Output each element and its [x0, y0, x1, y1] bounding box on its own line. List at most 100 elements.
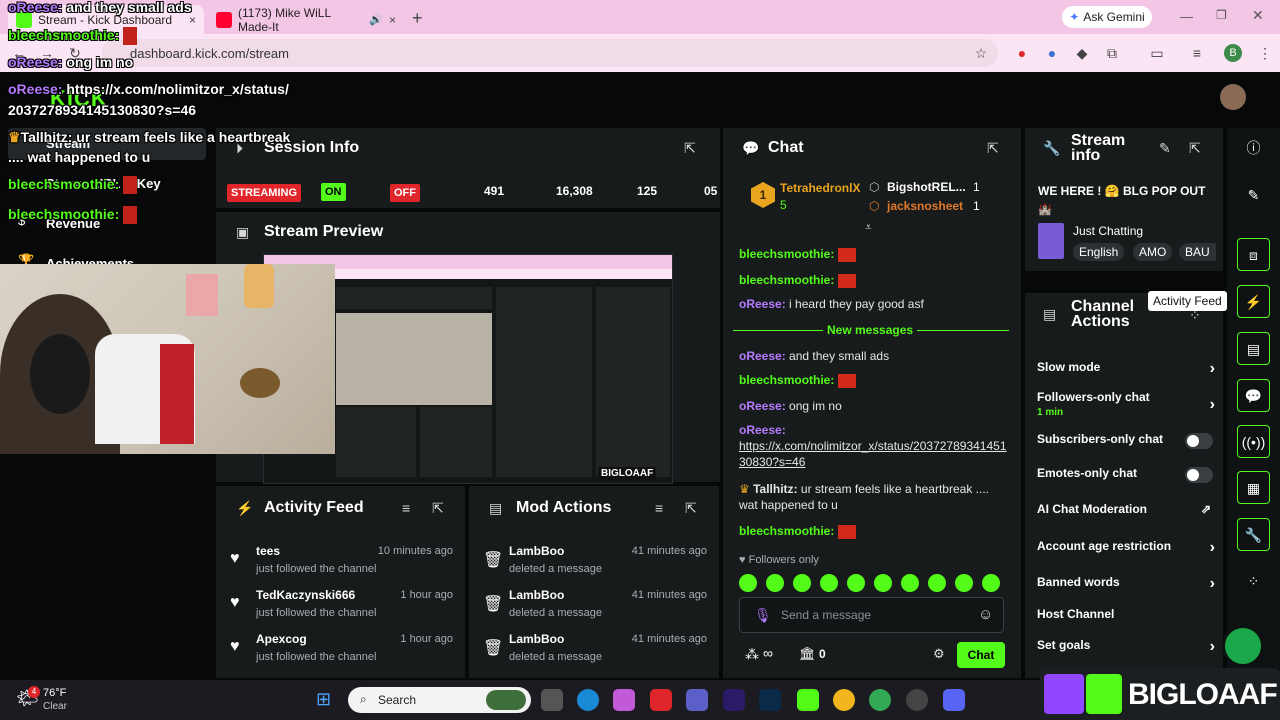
address-bar[interactable]: dashboard.kick.com/stream — [102, 39, 998, 67]
app-red-icon[interactable] — [650, 689, 672, 711]
share-icon[interactable]: ⁘ — [1237, 565, 1270, 598]
chat-username[interactable]: oReese — [739, 423, 782, 437]
leaderboard-name[interactable]: BigshotREL... — [887, 180, 966, 194]
slow-mode-row[interactable]: Slow mode › — [1037, 360, 1215, 377]
account-age-row[interactable]: Account age restriction › — [1037, 539, 1215, 556]
send-chat-button[interactable]: Chat — [957, 642, 1005, 668]
moderator-name[interactable]: LambBoo — [509, 544, 564, 558]
microphone-icon[interactable]: 🎙 — [754, 607, 772, 624]
chrome-canary-icon[interactable] — [833, 689, 855, 711]
emote-icon[interactable] — [982, 574, 1000, 592]
speaker-icon[interactable]: 🔊 — [369, 13, 383, 26]
emote-icon[interactable] — [955, 574, 973, 592]
subscribers-only-row[interactable]: Subscribers-only chat — [1037, 432, 1213, 449]
ai-moderation-row[interactable]: AI Chat Moderation ⇗ — [1037, 502, 1213, 516]
category-thumbnail[interactable] — [1038, 223, 1064, 259]
discord-icon[interactable] — [943, 689, 965, 711]
photoshop-icon[interactable] — [759, 689, 781, 711]
chat-username[interactable]: bleechsmoothie — [739, 247, 830, 261]
taskbar-search[interactable]: ⌕ Search — [348, 687, 531, 713]
task-view-icon[interactable] — [541, 689, 563, 711]
emote-icon[interactable] — [928, 574, 946, 592]
emotes-only-row[interactable]: Emotes-only chat — [1037, 466, 1213, 483]
moderator-name[interactable]: LambBoo — [509, 632, 564, 646]
emote-icon[interactable] — [847, 574, 865, 592]
chat-username[interactable]: bleechsmoothie — [739, 373, 830, 387]
subscribers-only-toggle[interactable] — [1185, 433, 1213, 449]
premiere-icon[interactable] — [723, 689, 745, 711]
stream-tag[interactable]: BAU — [1179, 243, 1216, 261]
chat-rail-icon[interactable]: 💬 — [1237, 379, 1270, 412]
chat-username[interactable]: oReese — [739, 399, 782, 413]
activity-feed-rail-icon[interactable]: ⚡ — [1237, 285, 1270, 318]
opera-extension-icon[interactable]: ● — [1013, 44, 1031, 62]
screenshot-icon[interactable]: ⧈ — [1237, 238, 1270, 271]
user-avatar[interactable] — [1220, 84, 1246, 110]
settings-cluster-icon[interactable]: ⁂ — [745, 646, 759, 663]
tab-youtube[interactable]: (1173) Mike WiLL Made-It 🔊 × — [208, 5, 404, 34]
weather-temp[interactable]: 76°F — [43, 687, 66, 699]
popout-icon[interactable]: ⇱ — [684, 140, 696, 157]
cast-icon[interactable]: ▭ — [1148, 44, 1166, 62]
extension-square-icon[interactable]: ◆ — [1073, 44, 1091, 62]
kick-app-icon[interactable] — [797, 689, 819, 711]
chat-settings-gear-icon[interactable]: ⚙ — [933, 646, 945, 662]
windows-start-icon[interactable]: ⊞ — [316, 689, 331, 710]
close-tab-icon[interactable]: × — [389, 13, 396, 27]
emote-icon[interactable] — [793, 574, 811, 592]
extensions-puzzle-icon[interactable]: ⧉ — [1103, 44, 1121, 62]
teams-icon[interactable] — [686, 689, 708, 711]
emoji-picker-icon[interactable]: ☺ — [978, 606, 993, 623]
browser-menu-icon[interactable]: ⋮ — [1256, 44, 1274, 62]
popout-icon[interactable]: ⇱ — [432, 500, 444, 517]
bookmark-star-icon[interactable]: ☆ — [972, 44, 990, 62]
moderator-name[interactable]: LambBoo — [509, 588, 564, 602]
follower-name[interactable]: tees — [256, 544, 280, 558]
leaderboard-top-name[interactable]: TetrahedronlX — [780, 181, 860, 195]
extension-icon[interactable]: ● — [1043, 44, 1061, 62]
chat-username[interactable]: bleechsmoothie — [739, 273, 830, 287]
edit-icon[interactable]: ✎ — [1237, 179, 1270, 212]
chrome-icon[interactable] — [869, 689, 891, 711]
chat-username[interactable]: Tallhitz — [753, 482, 793, 496]
popout-icon[interactable]: ⇱ — [987, 140, 999, 157]
emote-icon[interactable] — [820, 574, 838, 592]
follower-name[interactable]: TedKaczynski666 — [256, 588, 355, 602]
broadcast-icon[interactable]: ((•)) — [1237, 425, 1270, 458]
help-bubble-icon[interactable] — [1222, 625, 1264, 667]
category-name[interactable]: Just Chatting — [1073, 224, 1143, 238]
leaderboard-name[interactable]: jacksnosheet — [887, 199, 963, 213]
chat-username[interactable]: bleechsmoothie — [739, 524, 830, 538]
emote-icon[interactable] — [874, 574, 892, 592]
popout-icon[interactable]: ⇱ — [1189, 140, 1201, 157]
minimize-icon[interactable]: — — [1180, 9, 1193, 24]
chat-username[interactable]: oReese — [739, 349, 782, 363]
tools-icon[interactable]: 🔧 — [1237, 518, 1270, 551]
emote-icon[interactable] — [739, 574, 757, 592]
layout-icon[interactable]: ▦ — [1237, 471, 1270, 504]
media-controls-icon[interactable]: ≡ — [1188, 44, 1206, 62]
ask-gemini-button[interactable]: ✦ Ask Gemini — [1062, 6, 1152, 28]
edge-icon[interactable] — [577, 689, 599, 711]
info-icon[interactable]: ⓘ — [1237, 132, 1270, 165]
filter-icon[interactable]: ≡ — [655, 500, 663, 516]
host-channel-row[interactable]: Host Channel — [1037, 607, 1213, 621]
notes-icon[interactable]: ▤ — [1237, 332, 1270, 365]
followers-only-row[interactable]: Followers-only chat 1 min › — [1037, 390, 1215, 418]
emotes-only-toggle[interactable] — [1185, 467, 1213, 483]
stream-tag[interactable]: English — [1073, 243, 1125, 261]
chat-link[interactable]: https://x.com/nolimitzor_x/status/203727… — [739, 439, 1007, 469]
emote-icon[interactable] — [901, 574, 919, 592]
obs-icon[interactable] — [906, 689, 928, 711]
emote-icon[interactable] — [766, 574, 784, 592]
set-goals-row[interactable]: Set goals › — [1037, 638, 1215, 655]
popout-icon[interactable]: ⇱ — [685, 500, 697, 517]
banned-words-row[interactable]: Banned words › — [1037, 575, 1215, 592]
follower-name[interactable]: Apexcog — [256, 632, 307, 646]
copilot-icon[interactable] — [613, 689, 635, 711]
maximize-icon[interactable]: ❐ — [1216, 8, 1227, 22]
new-tab-button[interactable]: + — [412, 8, 423, 29]
chat-input[interactable]: 🎙 Send a message ☺ — [739, 597, 1004, 633]
edit-pencil-icon[interactable]: ✎ — [1159, 140, 1171, 157]
chat-username[interactable]: oReese — [739, 297, 782, 311]
